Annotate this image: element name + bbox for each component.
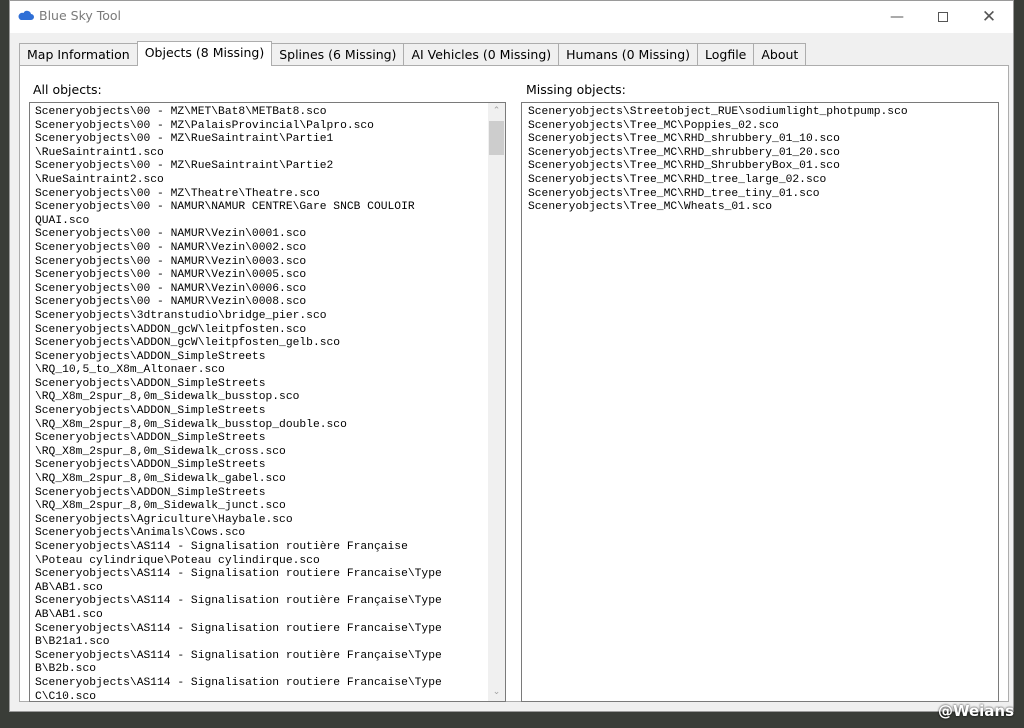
tab-logfile[interactable]: Logfile: [697, 43, 755, 66]
list-item[interactable]: Sceneryobjects\ADDON_SimpleStreets: [35, 351, 505, 365]
list-item[interactable]: Sceneryobjects\00 - NAMUR\NAMUR CENTRE\G…: [35, 201, 505, 215]
window-title: Blue Sky Tool: [39, 8, 122, 23]
list-item[interactable]: Sceneryobjects\ADDON_SimpleStreets: [35, 459, 505, 473]
app-window: Blue Sky Tool — ✕ Map Information Object…: [9, 0, 1014, 712]
list-item[interactable]: \Poteau cylindrique\Poteau cylindirque.s…: [35, 555, 505, 569]
list-item[interactable]: Sceneryobjects\ADDON_SimpleStreets: [35, 432, 505, 446]
list-item[interactable]: B\B2b.sco: [35, 663, 505, 677]
list-item[interactable]: Sceneryobjects\AS114 - Signalisation rou…: [35, 595, 505, 609]
list-item[interactable]: Sceneryobjects\ADDON_gcW\leitpfosten.sco: [35, 324, 505, 338]
tab-bar: Map Information Objects (8 Missing) Spli…: [19, 41, 807, 66]
tab-objects[interactable]: Objects (8 Missing): [136, 41, 273, 66]
close-button[interactable]: ✕: [966, 1, 1012, 33]
tab-splines[interactable]: Splines (6 Missing): [271, 43, 405, 66]
list-item[interactable]: Sceneryobjects\ADDON_SimpleStreets: [35, 405, 505, 419]
scrollbar[interactable]: ⌃ ⌄: [488, 103, 505, 701]
list-item[interactable]: B\B21a1.sco: [35, 636, 505, 650]
objects-panel: All objects: Sceneryobjects\00 - MZ\MET\…: [19, 65, 1009, 702]
list-item[interactable]: \RQ_X8m_2spur_8,0m_Sidewalk_gabel.sco: [35, 473, 505, 487]
list-item[interactable]: Sceneryobjects\Tree_MC\RHD_shrubbery_01_…: [528, 133, 998, 147]
list-item[interactable]: C\C10.sco: [35, 691, 505, 701]
list-item[interactable]: Sceneryobjects\00 - NAMUR\Vezin\0001.sco: [35, 228, 505, 242]
missing-objects-list[interactable]: Sceneryobjects\Streetobject_RUE\sodiumli…: [521, 102, 999, 702]
list-item[interactable]: Sceneryobjects\00 - NAMUR\Vezin\0006.sco: [35, 283, 505, 297]
list-item[interactable]: Sceneryobjects\Agriculture\Haybale.sco: [35, 514, 505, 528]
scrollbar-thumb[interactable]: [489, 121, 504, 155]
watermark: @Weians: [937, 702, 1014, 720]
tab-humans[interactable]: Humans (0 Missing): [558, 43, 698, 66]
maximize-button[interactable]: [920, 1, 966, 33]
all-objects-list[interactable]: Sceneryobjects\00 - MZ\MET\Bat8\METBat8.…: [29, 102, 506, 702]
all-objects-label: All objects:: [33, 82, 102, 97]
list-item[interactable]: Sceneryobjects\00 - NAMUR\Vezin\0008.sco: [35, 296, 505, 310]
list-item[interactable]: Sceneryobjects\00 - NAMUR\Vezin\0005.sco: [35, 269, 505, 283]
tab-ai-vehicles[interactable]: AI Vehicles (0 Missing): [403, 43, 560, 66]
list-item[interactable]: Sceneryobjects\00 - MZ\RueSaintraint\Par…: [35, 160, 505, 174]
list-item[interactable]: Sceneryobjects\ADDON_gcW\leitpfosten_gel…: [35, 337, 505, 351]
list-item[interactable]: \RueSaintraint2.sco: [35, 174, 505, 188]
tab-about[interactable]: About: [753, 43, 807, 66]
close-icon: ✕: [981, 7, 997, 27]
list-item[interactable]: Sceneryobjects\00 - NAMUR\Vezin\0002.sco: [35, 242, 505, 256]
list-item[interactable]: \RQ_X8m_2spur_8,0m_Sidewalk_busstop.sco: [35, 391, 505, 405]
list-item[interactable]: Sceneryobjects\Tree_MC\RHD_ShrubberyBox_…: [528, 160, 998, 174]
title-bar: Blue Sky Tool — ✕: [10, 1, 1013, 33]
list-item[interactable]: Sceneryobjects\00 - NAMUR\Vezin\0003.sco: [35, 256, 505, 270]
list-item[interactable]: Sceneryobjects\Tree_MC\RHD_tree_tiny_01.…: [528, 188, 998, 202]
list-item[interactable]: Sceneryobjects\00 - MZ\MET\Bat8\METBat8.…: [35, 106, 505, 120]
list-item[interactable]: AB\AB1.sco: [35, 582, 505, 596]
missing-objects-label: Missing objects:: [526, 82, 626, 97]
scroll-up-icon[interactable]: ⌃: [488, 103, 505, 120]
scroll-down-icon[interactable]: ⌄: [488, 684, 505, 701]
list-item[interactable]: \RQ_10,5_to_X8m_Altonaer.sco: [35, 364, 505, 378]
list-item[interactable]: Sceneryobjects\00 - MZ\RueSaintraint\Par…: [35, 133, 505, 147]
cloud-icon: [18, 10, 34, 20]
list-item[interactable]: Sceneryobjects\Tree_MC\Wheats_01.sco: [528, 201, 998, 215]
list-item[interactable]: Sceneryobjects\ADDON_SimpleStreets: [35, 487, 505, 501]
list-item[interactable]: Sceneryobjects\AS114 - Signalisation rou…: [35, 623, 505, 637]
tab-map-information[interactable]: Map Information: [19, 43, 138, 66]
list-item[interactable]: Sceneryobjects\ADDON_SimpleStreets: [35, 378, 505, 392]
list-item[interactable]: \RQ_X8m_2spur_8,0m_Sidewalk_junct.sco: [35, 500, 505, 514]
list-item[interactable]: Sceneryobjects\00 - MZ\PalaisProvincial\…: [35, 120, 505, 134]
list-item[interactable]: AB\AB1.sco: [35, 609, 505, 623]
list-item[interactable]: Sceneryobjects\Tree_MC\RHD_tree_large_02…: [528, 174, 998, 188]
list-item[interactable]: Sceneryobjects\AS114 - Signalisation rou…: [35, 677, 505, 691]
list-item[interactable]: \RQ_X8m_2spur_8,0m_Sidewalk_cross.sco: [35, 446, 505, 460]
list-item[interactable]: Sceneryobjects\00 - MZ\Theatre\Theatre.s…: [35, 188, 505, 202]
list-item[interactable]: Sceneryobjects\Tree_MC\Poppies_02.sco: [528, 120, 998, 134]
minimize-icon: —: [890, 9, 904, 25]
maximize-icon: [938, 12, 948, 22]
list-item[interactable]: \RueSaintraint1.sco: [35, 147, 505, 161]
list-item[interactable]: Sceneryobjects\AS114 - Signalisation rou…: [35, 568, 505, 582]
list-item[interactable]: QUAI.sco: [35, 215, 505, 229]
list-item[interactable]: \RQ_X8m_2spur_8,0m_Sidewalk_busstop_doub…: [35, 419, 505, 433]
list-item[interactable]: Sceneryobjects\3dtranstudio\bridge_pier.…: [35, 310, 505, 324]
minimize-button[interactable]: —: [874, 1, 920, 33]
list-item[interactable]: Sceneryobjects\Tree_MC\RHD_shrubbery_01_…: [528, 147, 998, 161]
list-item[interactable]: Sceneryobjects\AS114 - Signalisation rou…: [35, 541, 505, 555]
list-item[interactable]: Sceneryobjects\Streetobject_RUE\sodiumli…: [528, 106, 998, 120]
list-item[interactable]: Sceneryobjects\AS114 - Signalisation rou…: [35, 650, 505, 664]
list-item[interactable]: Sceneryobjects\Animals\Cows.sco: [35, 527, 505, 541]
